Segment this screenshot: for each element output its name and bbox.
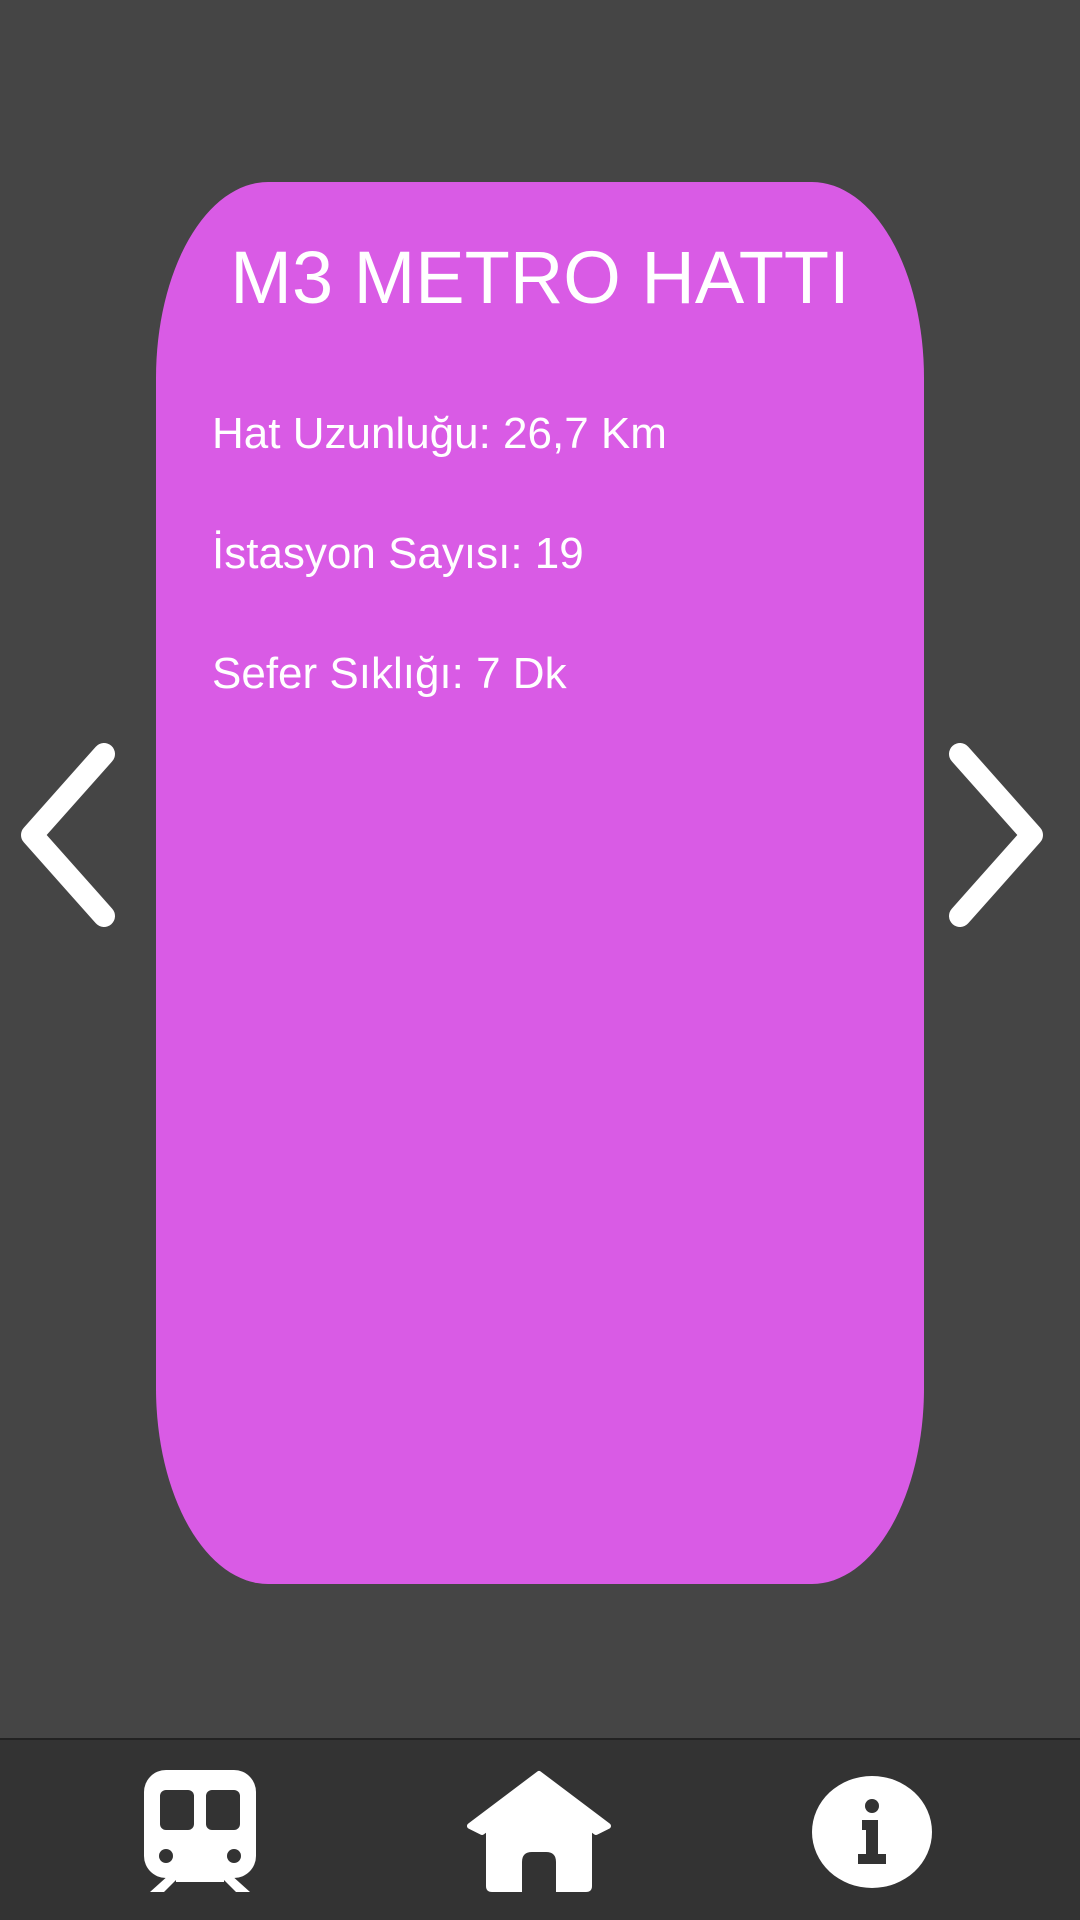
chevron-right-icon — [949, 743, 1043, 927]
station-count-text: İstasyon Sayısı: 19 — [212, 529, 584, 578]
info-icon — [812, 1776, 932, 1888]
frequency-text: Sefer Sıklığı: 7 Dk — [212, 649, 567, 698]
metro-train-icon — [144, 1770, 256, 1892]
metro-line-card — [156, 182, 924, 1584]
home-button[interactable] — [466, 1770, 612, 1894]
home-icon — [467, 1771, 611, 1892]
previous-line-button[interactable] — [18, 740, 118, 930]
line-length-text: Hat Uzunluğu: 26,7 Km — [212, 409, 667, 458]
bottom-navigation-bar — [0, 1738, 1080, 1920]
line-title: M3 METRO HATTI — [230, 236, 850, 319]
info-button[interactable] — [810, 1774, 934, 1890]
chevron-left-icon — [21, 743, 115, 927]
metro-lines-button[interactable] — [140, 1768, 260, 1894]
next-line-button[interactable] — [946, 740, 1046, 930]
